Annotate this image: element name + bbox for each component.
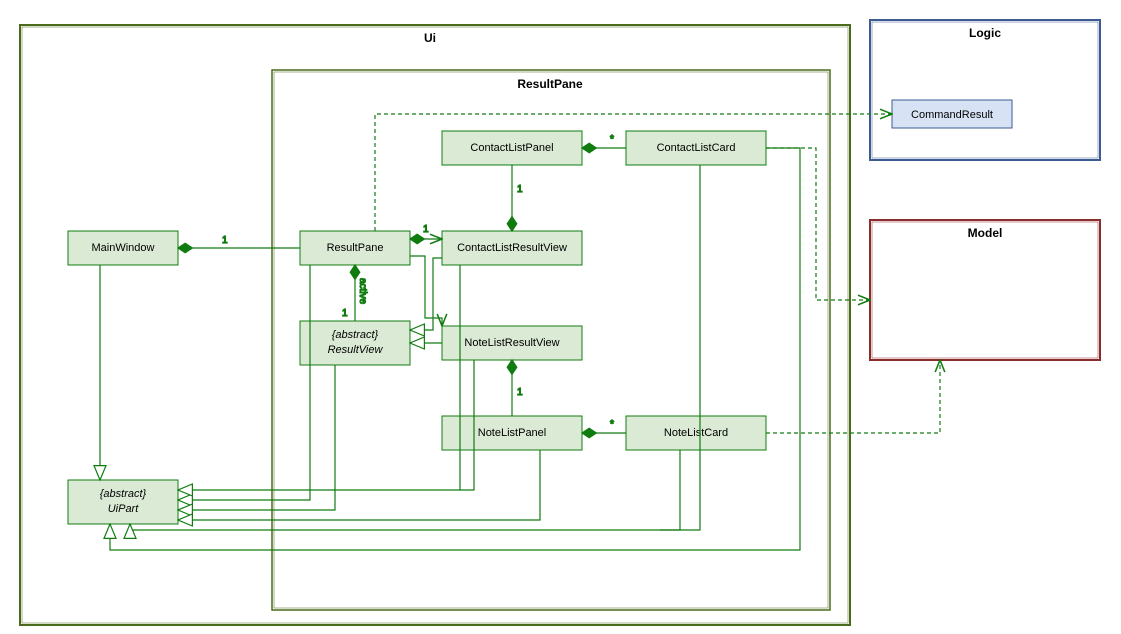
svg-text:1: 1 <box>222 235 228 246</box>
svg-text:*: * <box>610 134 614 145</box>
class-commandresult: CommandResult <box>892 100 1012 128</box>
package-model: Model <box>870 220 1100 360</box>
package-logic-label: Logic <box>969 26 1001 40</box>
svg-text:ResultView: ResultView <box>328 344 384 356</box>
package-resultpane-label: ResultPane <box>517 77 583 91</box>
class-resultview: {abstract} ResultView <box>300 321 410 365</box>
svg-text:ContactListResultView: ContactListResultView <box>457 242 567 254</box>
class-uipart: {abstract} UiPart <box>68 480 178 524</box>
svg-text:1: 1 <box>517 184 523 195</box>
class-notelistcard: NoteListCard <box>626 416 766 450</box>
svg-text:UiPart: UiPart <box>108 503 140 515</box>
package-model-label: Model <box>968 226 1003 240</box>
svg-text:ContactListCard: ContactListCard <box>657 142 736 154</box>
package-logic: Logic <box>870 20 1100 160</box>
svg-text:{abstract}: {abstract} <box>100 488 147 500</box>
class-contactlistresultview: ContactListResultView <box>442 231 582 265</box>
svg-text:CommandResult: CommandResult <box>911 109 993 121</box>
svg-text:1: 1 <box>423 224 429 235</box>
class-resultpane: ResultPane <box>300 231 410 265</box>
svg-text:1: 1 <box>342 308 348 319</box>
class-contactlistpanel: ContactListPanel <box>442 131 582 165</box>
svg-text:NoteListResultView: NoteListResultView <box>464 337 559 349</box>
svg-text:*: * <box>610 419 614 430</box>
svg-text:MainWindow: MainWindow <box>92 242 155 254</box>
svg-text:active: active <box>357 278 368 305</box>
package-ui-label: Ui <box>424 31 436 45</box>
package-ui: Ui <box>20 25 850 625</box>
svg-text:NoteListCard: NoteListCard <box>664 427 728 439</box>
class-notelistresultview: NoteListResultView <box>442 326 582 360</box>
class-notelistpanel: NoteListPanel <box>442 416 582 450</box>
svg-text:ContactListPanel: ContactListPanel <box>470 142 553 154</box>
svg-text:ResultPane: ResultPane <box>327 242 384 254</box>
class-contactlistcard: ContactListCard <box>626 131 766 165</box>
uml-diagram: Ui ResultPane Logic Model MainWindow Res… <box>0 0 1121 634</box>
svg-text:NoteListPanel: NoteListPanel <box>478 427 547 439</box>
svg-text:{abstract}: {abstract} <box>332 329 379 341</box>
svg-text:1: 1 <box>517 387 523 398</box>
class-mainwindow: MainWindow <box>68 231 178 265</box>
